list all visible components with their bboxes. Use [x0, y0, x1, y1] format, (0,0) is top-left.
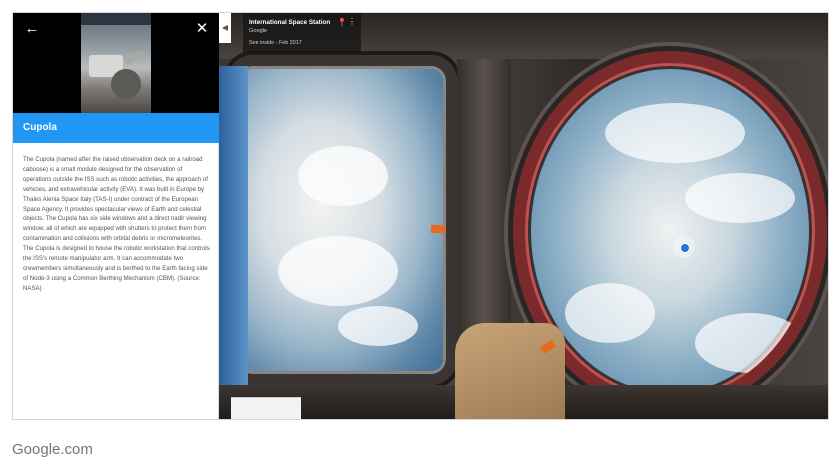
- panel-header: Cupola: [13, 113, 219, 143]
- location-pin-icon[interactable]: 📍: [337, 18, 347, 27]
- cupola-photo[interactable]: [81, 13, 151, 113]
- cloud: [605, 103, 745, 163]
- panel-hero: ← ✕: [13, 13, 219, 113]
- panel-description: The Cupola (named after the raised obser…: [23, 156, 210, 292]
- collapse-panel-button[interactable]: ◀: [219, 13, 231, 43]
- cloud: [278, 236, 398, 306]
- panel-title: Cupola: [23, 122, 57, 133]
- cloud: [338, 306, 418, 346]
- info-panel: ← ✕ Cupola The Cupola (named after the r…: [13, 13, 219, 419]
- cloud: [695, 313, 805, 373]
- side-window: [219, 55, 457, 419]
- stowage-bag: [455, 323, 565, 419]
- place-card[interactable]: International Space Station Google See i…: [243, 13, 361, 53]
- more-options-icon[interactable]: ⋮: [348, 17, 356, 26]
- image-caption: Google.com: [12, 441, 93, 458]
- cloud: [565, 283, 655, 343]
- place-source: Google: [249, 28, 268, 34]
- arrow-left-icon[interactable]: ←: [23, 21, 41, 39]
- cloud: [298, 146, 388, 206]
- navigation-target[interactable]: [673, 236, 695, 258]
- panorama-view[interactable]: ◀ International Space Station Google See…: [219, 13, 828, 419]
- earth-limb: [219, 66, 248, 419]
- capture-date[interactable]: See inside - Feb 2017: [249, 40, 355, 46]
- window-divider: [457, 59, 511, 339]
- streetview-frame: ◀ International Space Station Google See…: [12, 12, 829, 420]
- handle-marker: [431, 225, 445, 233]
- cloud: [685, 173, 795, 223]
- close-icon[interactable]: ✕: [193, 21, 211, 39]
- mini-map[interactable]: [231, 397, 301, 419]
